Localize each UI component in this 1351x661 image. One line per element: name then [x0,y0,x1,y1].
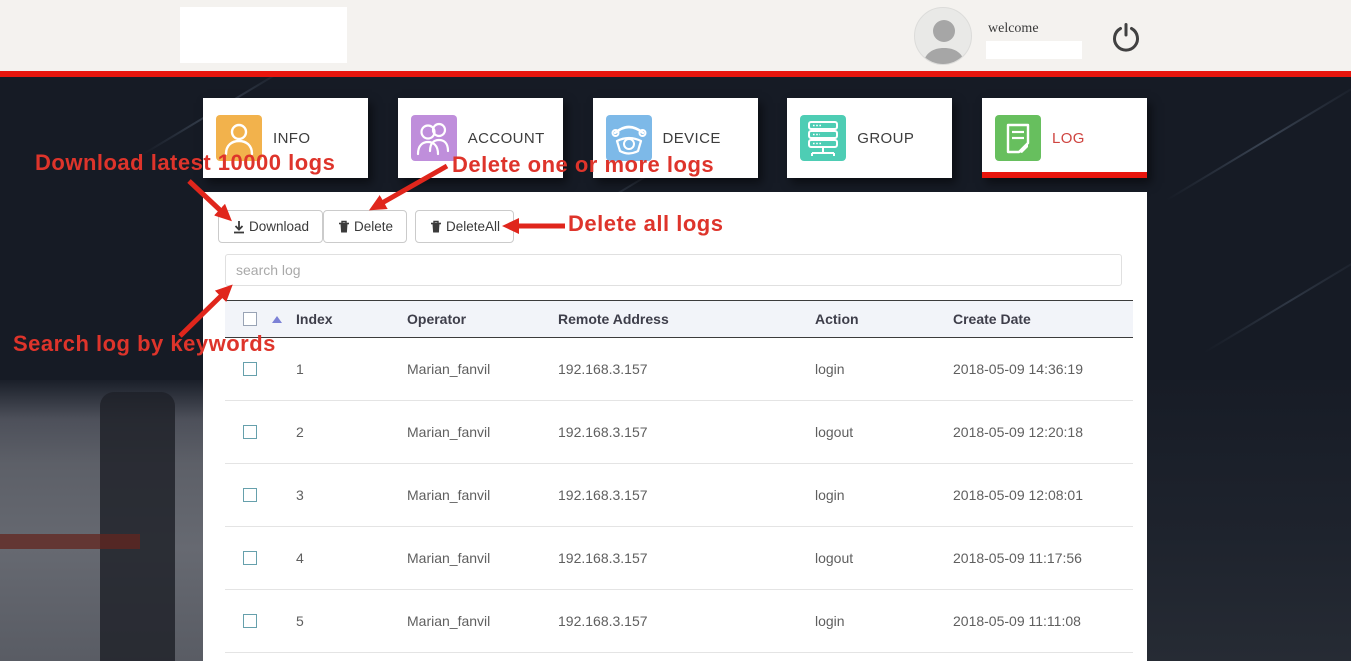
search-input[interactable] [225,254,1122,286]
background-streak [1165,80,1351,202]
delete-all-button[interactable]: DeleteAll [415,210,515,243]
column-header-operator[interactable]: Operator [407,311,558,327]
background-streak [1203,248,1351,354]
select-all-checkbox[interactable] [243,312,257,326]
log-panel: Download Delete DeleteAll Index [203,192,1147,661]
active-tab-indicator [982,172,1147,178]
avatar [914,7,972,65]
tab-group[interactable]: GROUP [787,98,953,178]
table-header-row: Index Operator Remote Address Action Cre… [225,300,1133,338]
cell-index: 3 [296,487,304,503]
column-header-action[interactable]: Action [815,311,953,327]
row-checkbox[interactable] [243,551,257,565]
tab-label: DEVICE [662,129,721,147]
cell-create-date: 2018-05-09 14:36:19 [953,361,1083,377]
cell-operator: Marian_fanvil [407,550,491,566]
annotation-delete: Delete one or more logs [452,152,715,177]
cell-action: login [815,487,845,503]
annotation-search: Search log by keywords [13,331,276,356]
red-divider [0,71,1351,77]
delete-button-label: Delete [354,219,394,234]
tab-log[interactable]: LOG [982,98,1147,178]
tab-label: INFO [273,129,311,147]
download-button-label: Download [249,219,310,234]
cell-create-date: 2018-05-09 12:20:18 [953,424,1083,440]
top-header: welcome [0,0,1351,71]
cell-index: 1 [296,361,304,377]
cell-create-date: 2018-05-09 11:11:08 [953,613,1081,629]
background-photo-stripe [0,534,140,549]
cell-index: 5 [296,613,304,629]
download-button[interactable]: Download [218,210,324,243]
cell-remote-address: 192.168.3.157 [558,487,648,503]
column-header-create-date[interactable]: Create Date [953,311,1133,327]
power-icon[interactable] [1111,22,1141,52]
page: welcome INFO ACCOUNT DEVICE GROUP LOG Do… [0,0,1351,661]
row-checkbox[interactable] [243,362,257,376]
delete-all-button-label: DeleteAll [446,219,501,234]
cell-action: logout [815,550,854,566]
tab-label: GROUP [857,129,915,147]
welcome-label: welcome [988,21,1039,36]
cell-create-date: 2018-05-09 12:08:01 [953,487,1083,503]
tab-label: ACCOUNT [467,129,545,147]
cell-operator: Marian_fanvil [407,487,491,503]
cell-create-date: 2018-05-09 11:17:56 [953,550,1082,566]
table-row: 5 Marian_fanvil 192.168.3.157 login 2018… [225,590,1133,653]
row-checkbox[interactable] [243,488,257,502]
table-row: 2 Marian_fanvil 192.168.3.157 logout 201… [225,401,1133,464]
trash-icon [431,220,441,232]
people-icon [410,115,457,161]
cell-remote-address: 192.168.3.157 [558,613,648,629]
row-checkbox[interactable] [243,425,257,439]
download-icon [234,220,244,233]
background-photo-frame [100,392,175,661]
cell-operator: Marian_fanvil [407,361,491,377]
servers-icon [800,115,847,161]
table-row: 4 Marian_fanvil 192.168.3.157 logout 201… [225,527,1133,590]
column-header-remote-address[interactable]: Remote Address [558,311,815,327]
cell-action: login [815,361,845,377]
cell-index: 2 [296,424,304,440]
cell-index: 4 [296,550,304,566]
background-photo-right [1147,380,1351,661]
cell-remote-address: 192.168.3.157 [558,550,648,566]
logo-placeholder [180,7,347,63]
cell-operator: Marian_fanvil [407,613,491,629]
tab-label: LOG [1052,129,1085,147]
trash-icon [339,220,349,232]
table-row: 1 Marian_fanvil 192.168.3.157 login 2018… [225,338,1133,401]
annotation-download: Download latest 10000 logs [35,150,336,175]
column-header-index[interactable]: Index [296,311,407,327]
table-row: 3 Marian_fanvil 192.168.3.157 login 2018… [225,464,1133,527]
person-silhouette-icon [923,20,965,64]
username-placeholder [986,41,1082,59]
cell-action: logout [815,424,854,440]
row-checkbox[interactable] [243,614,257,628]
log-table: Index Operator Remote Address Action Cre… [225,300,1133,653]
cell-action: login [815,613,845,629]
annotation-delete-all: Delete all logs [568,211,724,236]
cell-operator: Marian_fanvil [407,424,491,440]
sort-ascending-icon[interactable] [272,315,282,323]
cell-remote-address: 192.168.3.157 [558,424,648,440]
delete-button[interactable]: Delete [323,210,408,243]
document-icon [995,115,1041,161]
cell-remote-address: 192.168.3.157 [558,361,648,377]
